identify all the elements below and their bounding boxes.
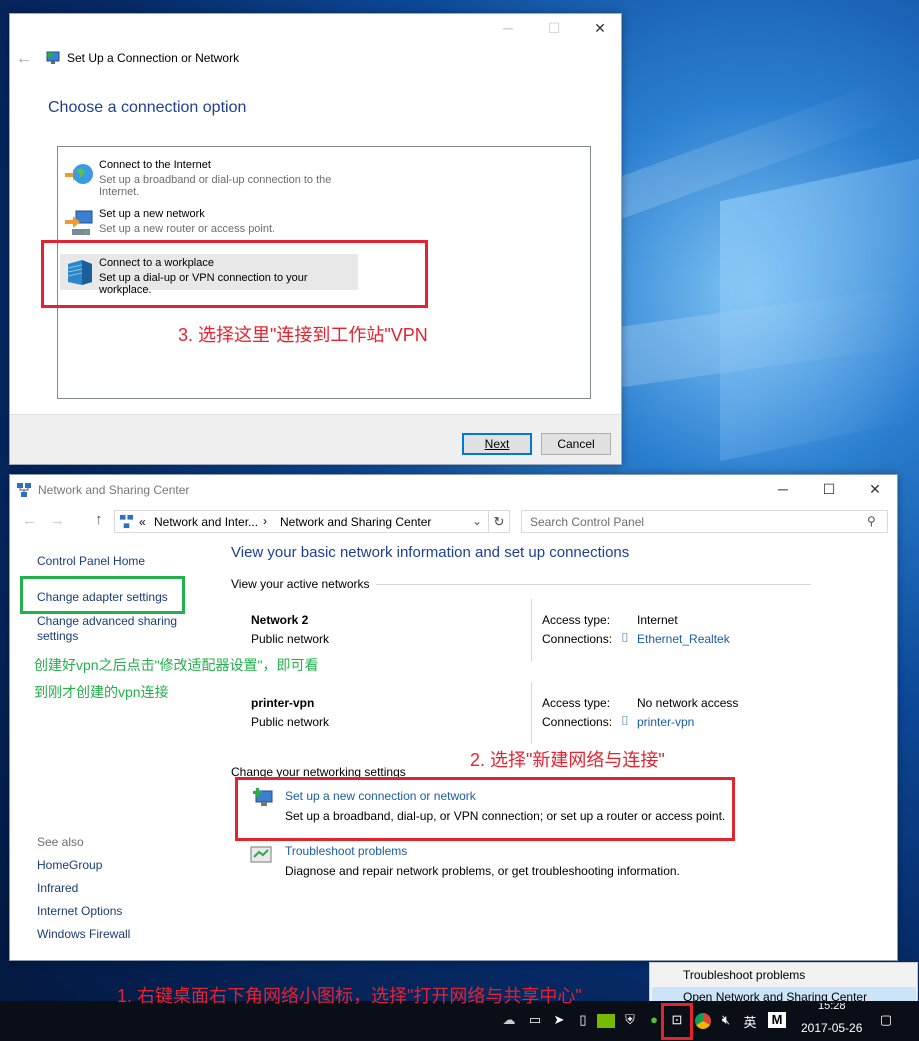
highlight-new-connection [235,777,735,841]
annotation-note-line1: 创建好vpn之后点击"修改适配器设置"，即可看 [34,657,319,673]
breadcrumb-current[interactable]: Network and Sharing Center [280,515,431,529]
access-type-value: No network access [637,696,739,710]
dialog-title: Set Up a Connection or Network [67,51,240,65]
setup-connection-dialog: ─ ☐ ✕ ← Set Up a Connection or Network C… [9,13,622,465]
dialog-heading: Choose a connection option [48,99,247,116]
close-button[interactable]: ✕ [852,475,898,503]
connections-label: Connections: [542,715,613,729]
router-icon [64,209,94,237]
annotation-note-line2: 到刚才创建的vpn连接 [34,684,169,700]
refresh-button[interactable]: ↻ [488,510,510,533]
breadcrumb-parent[interactable]: Network and Inter... [154,515,258,529]
network-sharing-center-window: Network and Sharing Center ─ ☐ ✕ ← → ↑ «… [9,474,898,961]
monitor-tray-icon[interactable]: ▭ [526,1012,544,1030]
chevron-down-icon[interactable]: ⌄ [472,514,482,528]
annotation-step3: 3. 选择这里"连接到工作站"VPN [178,325,428,345]
annotation-step2: 2. 选择"新建网络与连接" [470,750,665,770]
clock-time[interactable]: 15:28 [818,1003,846,1011]
active-networks-label: View your active networks [231,577,370,591]
network-type[interactable]: Public network [251,632,329,646]
connection-link[interactable]: Ethernet_Realtek [637,632,730,646]
sidebar-item-control-panel-home[interactable]: Control Panel Home [37,554,145,568]
globe-icon [64,162,94,188]
nvidia-icon[interactable] [597,1014,615,1028]
sidebar-item-homegroup[interactable]: HomeGroup [37,858,102,872]
access-type-label: Access type: [542,696,611,710]
chrome-icon[interactable] [695,1013,711,1029]
task-description: Diagnose and repair network problems, or… [285,864,680,878]
window-title: Network and Sharing Center [38,483,190,497]
back-arrow-icon[interactable]: ← [22,512,37,529]
sidebar-item-internet-options[interactable]: Internet Options [37,904,122,918]
access-type-value: Internet [637,613,678,627]
ime-mode-icon[interactable]: M [768,1012,786,1028]
up-arrow-icon[interactable]: ↑ [95,511,103,528]
ethernet-icon: ⌷ [621,630,629,645]
page-heading: View your basic network information and … [231,544,630,561]
minimize-button[interactable]: ─ [485,14,531,42]
connection-link[interactable]: printer-vpn [637,715,694,729]
close-button[interactable]: ✕ [577,14,623,42]
sidebar-item-windows-firewall[interactable]: Windows Firewall [37,927,130,941]
access-type-label: Access type: [542,613,611,627]
vpn-connection-icon: ⌷ [621,713,629,728]
highlight-workplace-option [41,240,428,308]
option-new-network[interactable]: Set up a new network Set up a new router… [60,205,360,245]
sidebar-item-advanced-sharing[interactable]: Change advanced sharing settings [37,614,187,644]
sidebar-item-infrared[interactable]: Infrared [37,881,78,895]
minimize-button[interactable]: ─ [760,475,806,503]
option-description: Set up a new router or access point. [99,223,276,235]
back-arrow-icon[interactable]: ← [16,50,32,68]
cancel-button[interactable]: Cancel [541,433,611,455]
notification-center-icon[interactable]: ▢ [876,1012,896,1030]
network-center-icon [16,482,32,498]
search-input[interactable]: Search Control Panel [530,515,644,529]
see-also-label: See also [37,835,84,849]
ime-indicator[interactable]: 英 [741,1012,759,1030]
option-connect-internet[interactable]: Connect to the Internet Set up a broadba… [60,156,360,198]
network-divider [531,682,532,744]
search-box[interactable]: Search Control Panel ⚲ [521,510,888,533]
breadcrumb-separator: › [263,514,267,528]
menu-item-troubleshoot[interactable]: Troubleshoot problems [683,968,805,982]
troubleshoot-icon [250,845,272,865]
security-shield-icon[interactable]: ⛨ [621,1012,639,1030]
search-icon[interactable]: ⚲ [867,514,876,528]
next-button[interactable]: Next [462,433,532,455]
network-setup-icon [45,50,61,66]
highlight-adapter-settings [20,576,185,614]
wallpaper-window-logo [720,158,919,462]
network-center-icon [119,514,134,529]
task-link-troubleshoot[interactable]: Troubleshoot problems [285,844,407,858]
send-icon[interactable]: ➤ [550,1012,568,1030]
network-divider [531,599,532,661]
forward-arrow-icon[interactable]: → [50,512,65,529]
maximize-button[interactable]: ☐ [531,14,577,42]
section-divider [376,584,811,585]
option-description: Set up a broadband or dial-up connection… [99,174,332,198]
network-type[interactable]: Public network [251,715,329,729]
clock-date[interactable]: 2017-05-26 [801,1021,862,1035]
network-name: printer-vpn [251,696,315,710]
cloud-icon[interactable]: ☁ [500,1012,518,1030]
network-name: Network 2 [251,613,309,627]
volume-muted-icon[interactable]: 🔇︎ [717,1012,735,1030]
network-tray-icon[interactable]: ⊡ [668,1012,686,1030]
connections-label: Connections: [542,632,613,646]
dialog-footer: Next Cancel [10,414,621,464]
maximize-button[interactable]: ☐ [806,475,852,503]
option-title: Set up a new network [99,208,205,220]
address-bar[interactable]: « Network and Inter... › Network and Sha… [114,510,489,533]
option-title: Connect to the Internet [99,159,211,171]
annotation-step1: 1. 右键桌面右下角网络小图标，选择"打开网络与共享中心" [117,986,582,1006]
usb-icon[interactable]: ▯ [574,1012,592,1030]
breadcrumb-overflow[interactable]: « [139,515,146,529]
